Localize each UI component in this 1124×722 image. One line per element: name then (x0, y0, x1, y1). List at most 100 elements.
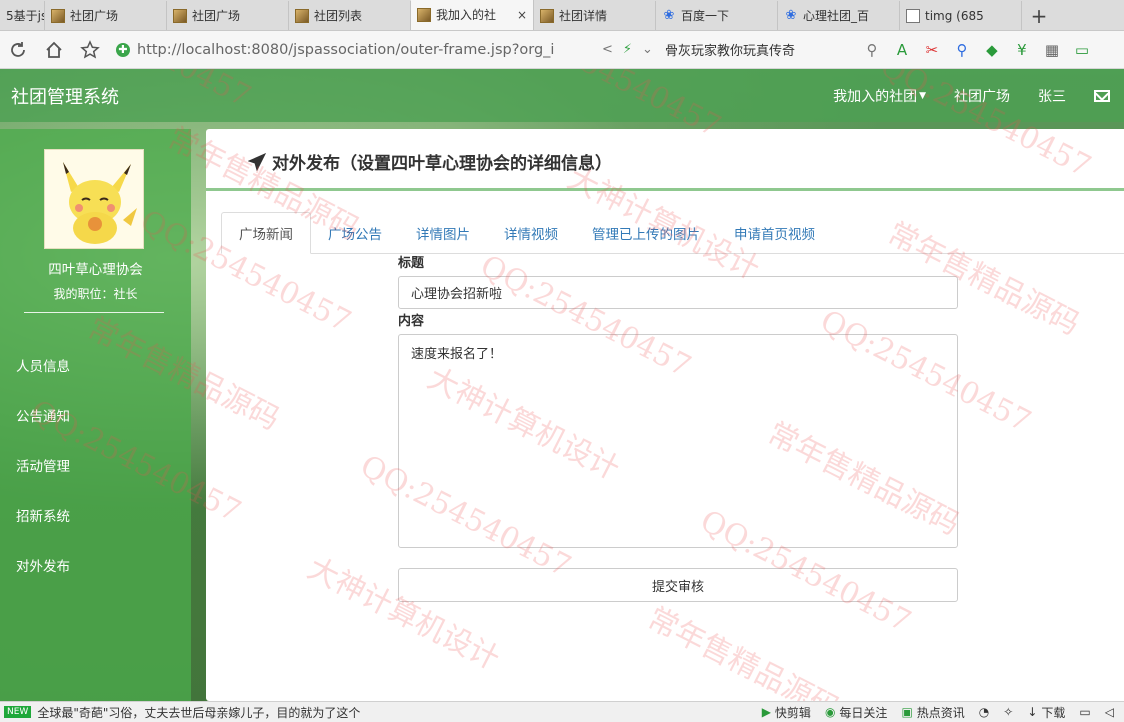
app-area: 社团管理系统 我加入的社团 ▼ 社团广场 张三 四叶草心理协会 我的职位：社长 … (0, 69, 1124, 701)
browser-tab[interactable]: 社团广场 (45, 1, 167, 30)
translate-icon[interactable]: A (893, 41, 911, 59)
lightning-icon[interactable]: ⚡ (623, 42, 632, 57)
nav-user[interactable]: 张三 (1024, 69, 1080, 122)
sidebar-divider (24, 312, 164, 313)
tab-detail-videos[interactable]: 详情视频 (487, 212, 575, 254)
browser-tab-title: 我加入的社 (436, 8, 497, 22)
chevron-down-icon[interactable]: ⌄ (642, 42, 653, 57)
submit-review-button[interactable]: 提交审核 (398, 568, 958, 602)
main-panel: 对外发布（设置四叶草心理协会的详细信息） 广场新闻 广场公告 详情图片 详情视频… (206, 129, 1124, 701)
yuan-icon[interactable]: ¥ (1013, 41, 1031, 59)
nav-joined-orgs-dropdown[interactable]: 我加入的社团 ▼ (819, 69, 940, 122)
tab-manage-images[interactable]: 管理已上传的图片 (575, 212, 717, 254)
site-icon (51, 8, 65, 23)
close-tab-icon[interactable]: × (511, 8, 527, 22)
news-form: 标题 心理协会招新啦 内容 速度来报名了！ 提交审核 (398, 254, 958, 602)
app-header: 社团管理系统 我加入的社团 ▼ 社团广场 张三 (0, 69, 1124, 122)
download-icon: ↓ (1027, 705, 1038, 719)
publish-tabs: 广场新闻 广场公告 详情图片 详情视频 管理已上传的图片 申请首页视频 (221, 212, 1124, 254)
magnifier-icon[interactable]: ⚲ (953, 41, 971, 59)
apps-grid-icon[interactable]: ▦ (1043, 41, 1061, 59)
new-tab-button[interactable]: + (1022, 1, 1056, 30)
news-content-textarea[interactable]: 速度来报名了！ (398, 334, 958, 548)
sidebar-item-publish[interactable]: 对外发布 (0, 540, 191, 590)
address-bar: ✚ http://localhost:8080/jspassociation/o… (0, 31, 1124, 69)
play-circle-icon: ◉ (824, 705, 836, 719)
content-label: 内容 (398, 314, 425, 329)
browser-tab[interactable]: ❀ 百度一下 (656, 1, 778, 30)
tab-detail-images[interactable]: 详情图片 (399, 212, 487, 254)
refresh-icon[interactable] (0, 32, 36, 68)
daily-focus-label: 每日关注 (839, 705, 888, 720)
browser-tab[interactable]: 社团广场 (167, 1, 289, 30)
scissors-icon[interactable]: ✂ (923, 41, 941, 59)
browser-tab[interactable]: 社团列表 (289, 1, 411, 30)
tab-apply-home-video[interactable]: 申请首页视频 (717, 212, 832, 254)
nav-mail[interactable] (1080, 69, 1124, 122)
quick-edit-tool[interactable]: ▶ 快剪辑 (762, 704, 811, 721)
quick-edit-label: 快剪辑 (774, 705, 811, 720)
daily-focus-tool[interactable]: ◉ 每日关注 (825, 704, 888, 721)
browser-tab-active[interactable]: 我加入的社 × (411, 0, 534, 30)
browser-tab[interactable]: 社团详情 (534, 1, 656, 30)
new-badge: NEW (4, 706, 32, 718)
sidebar-item-recruitment[interactable]: 招新系统 (0, 490, 191, 540)
url-field[interactable]: ✚ http://localhost:8080/jspassociation/o… (116, 35, 596, 65)
browser-tab[interactable]: 5基于js (0, 1, 45, 30)
sidebar-item-members[interactable]: 人员信息 (0, 340, 191, 390)
download-tool[interactable]: ↓ 下载 (1027, 704, 1065, 721)
nav-joined-orgs-label: 我加入的社团 (833, 88, 918, 105)
title-label: 标题 (398, 256, 425, 271)
play-icon: ▶ (761, 705, 771, 719)
member-position: 我的职位：社长 (53, 287, 138, 301)
url-tools: < ⚡ ⌄ (602, 42, 653, 57)
battery-icon: ▭ (1074, 40, 1090, 59)
hot-news-tool[interactable]: ▣ 热点资讯 (901, 704, 964, 721)
paper-plane-icon (248, 152, 266, 171)
search-icon[interactable]: ⚲ (863, 41, 881, 59)
sidebar-menu: 人员信息 公告通知 活动管理 招新系统 对外发布 (0, 340, 191, 590)
nav-org-square[interactable]: 社团广场 (940, 69, 1024, 122)
browser-tab-title: 百度一下 (681, 9, 730, 23)
document-icon (906, 8, 920, 23)
search-input[interactable]: 骨灰玩家教你玩真传奇 (665, 40, 855, 59)
news-ticker[interactable]: 全球最"奇葩"习俗，丈夫去世后母亲嫁儿子，目的就为了这个 (37, 704, 597, 721)
bookmark-star-icon[interactable] (72, 32, 108, 68)
share-icon[interactable]: < (602, 42, 613, 57)
browser-tab-title: 心理社团_百 (803, 9, 870, 23)
browser-tab[interactable]: timg (685 (900, 1, 1022, 30)
tab-square-news[interactable]: 广场新闻 (221, 212, 311, 254)
browser-tab-title: timg (685 (925, 8, 984, 23)
secure-shield-icon: ✚ (116, 42, 130, 57)
sidebar-item-notices[interactable]: 公告通知 (0, 390, 191, 440)
site-icon (295, 8, 309, 23)
browser-tab-strip: 5基于js 社团广场 社团广场 社团列表 我加入的社 × 社团详情 ❀ 百度一下… (0, 0, 1124, 31)
site-icon (540, 8, 554, 23)
browser-tab-title: 社团列表 (314, 9, 363, 23)
sidebar-item-activities[interactable]: 活动管理 (0, 440, 191, 490)
gamepad-icon[interactable]: ◆ (983, 41, 1001, 59)
browser-tab-title: 社团广场 (192, 9, 241, 23)
browser-status-bar: NEW 全球最"奇葩"习俗，丈夫去世后母亲嫁儿子，目的就为了这个 ▶ 快剪辑 ◉ 每… (0, 701, 1124, 722)
app-brand[interactable]: 社团管理系统 (11, 83, 119, 109)
window-icon[interactable]: ▭ (1079, 705, 1090, 719)
baidu-paw-icon: ❀ (663, 7, 675, 23)
browser-tab-title: 社团广场 (70, 9, 119, 23)
volume-icon[interactable]: ◁ (1105, 705, 1114, 719)
search-text: 骨灰玩家教你玩真传奇 (664, 44, 795, 59)
page-title: 对外发布（设置四叶草心理协会的详细信息） (248, 149, 612, 174)
tab-square-notice[interactable]: 广场公告 (311, 212, 399, 254)
caret-down-icon: ▼ (919, 90, 926, 101)
clean-icon[interactable]: ✧ (1003, 705, 1013, 719)
home-icon[interactable] (36, 32, 72, 68)
org-name: 四叶草心理协会 (48, 262, 143, 278)
mail-icon (1094, 89, 1110, 102)
status-tools: ▶ 快剪辑 ◉ 每日关注 ▣ 热点资讯 ◔ ✧ ↓ 下载 ▭ ◁ (762, 704, 1124, 721)
browser-tab[interactable]: ❀ 心理社团_百 (778, 1, 900, 30)
pikachu-avatar-icon (45, 150, 143, 248)
news-title-input[interactable]: 心理协会招新啦 (398, 276, 958, 309)
title-divider (206, 188, 1124, 191)
site-icon (417, 7, 431, 22)
speed-icon[interactable]: ◔ (979, 705, 989, 719)
sidebar: 四叶草心理协会 我的职位：社长 人员信息 公告通知 活动管理 招新系统 对外发布 (0, 129, 191, 701)
